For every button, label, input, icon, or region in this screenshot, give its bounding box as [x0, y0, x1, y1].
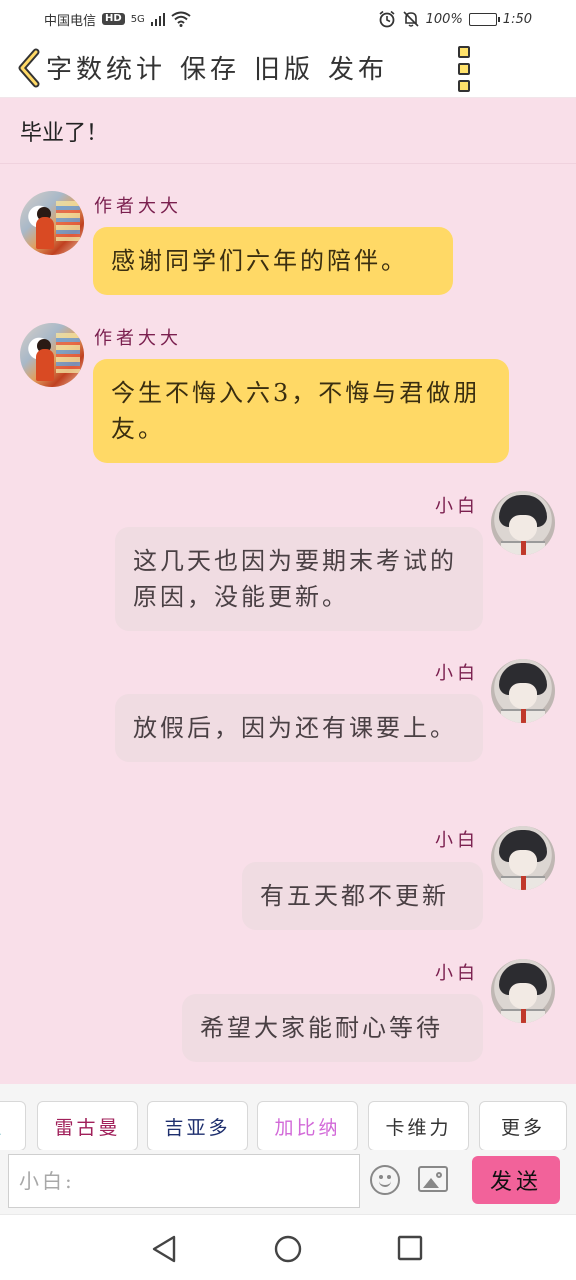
character-chip[interactable]: 拉 — [0, 1101, 26, 1150]
recents-square-icon[interactable] — [397, 1235, 423, 1261]
message-input-area: 发送 — [0, 1150, 576, 1214]
more-characters-button[interactable]: 更多 — [479, 1101, 567, 1150]
sender-name: 作者大大 — [94, 328, 182, 349]
sender-name: 小白 — [435, 496, 479, 517]
xiaobai-avatar[interactable] — [491, 491, 555, 555]
message-input[interactable] — [8, 1154, 360, 1208]
carrier-label: 中国电信 — [44, 13, 97, 29]
sender-name: 小白 — [435, 830, 479, 851]
system-nav-bar — [0, 1214, 576, 1280]
message-bubble[interactable]: 有五天都不更新 — [242, 862, 483, 930]
save-button[interactable]: 保存 — [180, 49, 240, 86]
chevron-left-icon — [18, 48, 40, 87]
alarm-icon — [379, 10, 395, 28]
publish-button[interactable]: 发布 — [328, 49, 388, 86]
status-bar: 中国电信 HD 5G 100% 1:50 — [0, 0, 576, 38]
sender-name: 小白 — [435, 663, 479, 684]
character-chip[interactable]: 雷古曼 — [37, 1101, 138, 1150]
signal-icon — [150, 12, 165, 26]
back-triangle-icon[interactable] — [150, 1235, 178, 1263]
home-circle-icon[interactable] — [274, 1235, 302, 1263]
send-button[interactable]: 发送 — [472, 1156, 560, 1204]
message-bubble[interactable]: 这几天也因为要期末考试的原因，没能更新。 — [115, 527, 483, 631]
hd-badge: HD — [102, 13, 125, 25]
character-chip[interactable]: 吉亚多 — [147, 1101, 248, 1150]
message-bubble[interactable]: 放假后，因为还有课要上。 — [115, 694, 483, 762]
character-chips-bar: 拉 雷古曼 吉亚多 加比纳 卡维力 更多 — [0, 1084, 576, 1150]
battery-icon — [468, 12, 500, 26]
more-menu-icon[interactable] — [456, 46, 472, 92]
emoji-icon[interactable] — [370, 1165, 400, 1195]
mute-bell-icon — [403, 11, 419, 27]
message-bubble[interactable]: 感谢同学们六年的陪伴。 — [93, 227, 453, 295]
word-count-button[interactable]: 字数统计 — [46, 49, 166, 86]
clock: 1:50 — [502, 11, 532, 27]
chip-label: 更多 — [500, 1116, 545, 1139]
old-version-button[interactable]: 旧版 — [254, 49, 314, 86]
message-bubble[interactable]: 希望大家能耐心等待 — [182, 994, 483, 1062]
top-nav: 字数统计 保存 旧版 发布 — [0, 38, 576, 98]
xiaobai-avatar[interactable] — [491, 959, 555, 1023]
chip-label: 雷古曼 — [54, 1116, 121, 1139]
xiaobai-avatar[interactable] — [491, 826, 555, 890]
battery-percent: 100% — [425, 11, 463, 27]
back-button[interactable] — [14, 48, 44, 88]
message-bubble[interactable]: 今生不悔入六3，不悔与君做朋友。 — [93, 359, 509, 463]
sender-name: 作者大大 — [94, 196, 182, 217]
image-icon[interactable] — [418, 1166, 448, 1192]
author-avatar[interactable] — [20, 191, 84, 255]
author-avatar[interactable] — [20, 323, 84, 387]
character-chip[interactable]: 加比纳 — [257, 1101, 358, 1150]
network-label: 5G — [130, 13, 145, 25]
chip-label: 卡维力 — [385, 1116, 452, 1139]
chip-label: 吉亚多 — [164, 1116, 231, 1139]
chip-label: 拉 — [0, 1113, 4, 1140]
character-chip[interactable]: 卡维力 — [368, 1101, 469, 1150]
wifi-icon — [171, 11, 191, 27]
xiaobai-avatar[interactable] — [491, 659, 555, 723]
chip-label: 加比纳 — [274, 1116, 341, 1139]
chat-title: 毕业了！ — [0, 98, 576, 164]
sender-name: 小白 — [435, 963, 479, 984]
